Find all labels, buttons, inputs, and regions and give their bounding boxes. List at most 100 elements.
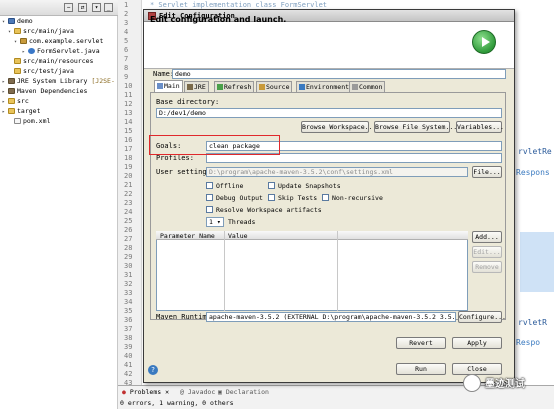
add-button[interactable]: Add...	[472, 231, 502, 243]
maven-runtime-select[interactable]: apache-maven-3.5.2 (EXTERNAL D:\program\…	[206, 312, 456, 322]
run-button[interactable]: Run	[396, 363, 446, 375]
debug-output-checkbox[interactable]	[206, 194, 213, 201]
line-number: 34	[124, 298, 133, 306]
tree-item-target[interactable]: ▸ target	[2, 107, 40, 116]
edit-configuration-dialog: Edit Configuration Edit configuration an…	[143, 9, 515, 383]
line-number: 17	[124, 145, 133, 153]
tab-jre[interactable]: JRE	[184, 81, 209, 92]
user-settings-field[interactable]: D:\program\apache-maven-3.5.2\conf\setti…	[206, 167, 468, 177]
line-number: 9	[124, 73, 129, 81]
minimize-icon[interactable]: _	[104, 3, 113, 12]
debug-output-label: Debug Output	[216, 194, 263, 202]
tab-declaration[interactable]: ▣ Declaration	[218, 388, 269, 396]
line-number: 35	[124, 307, 133, 315]
chevron-down-icon: ▾	[216, 218, 221, 226]
line-number: 11	[124, 91, 133, 99]
line-number: 21	[124, 181, 133, 189]
line-number: 7	[124, 55, 129, 63]
explorer-toolbar: − ⇄ ▾ _	[0, 0, 118, 16]
tree-item-maven-deps[interactable]: ▸ Maven Dependencies	[2, 87, 87, 96]
tab-problems[interactable]: ● Problems ✕	[122, 388, 169, 396]
tab-refresh[interactable]: Refresh	[214, 81, 255, 92]
file-button[interactable]: File...	[472, 166, 502, 178]
tree-item-label: com.example.servlet	[29, 37, 104, 45]
line-number: 12	[124, 100, 133, 108]
tree-item-label: src	[17, 97, 29, 105]
source-folder-icon	[14, 68, 21, 74]
editor-text-fragment: Respons	[516, 168, 550, 177]
line-number: 13	[124, 109, 133, 117]
close-button[interactable]: Close	[452, 363, 502, 375]
tree-item-project[interactable]: ▾ demo	[2, 17, 33, 26]
column-header-parameter[interactable]: Parameter Name	[160, 232, 215, 240]
revert-button[interactable]: Revert	[396, 337, 446, 349]
skip-tests-checkbox[interactable]	[268, 194, 275, 201]
line-number: 1	[124, 1, 129, 9]
name-field[interactable]: demo	[172, 69, 506, 79]
tree-item-package[interactable]: ▾ com.example.servlet	[14, 37, 103, 46]
threads-label: Threads	[228, 218, 256, 226]
tree-item-src-test-java[interactable]: src/test/java	[8, 67, 74, 76]
tree-item-suffix: [J2SE-	[91, 77, 115, 85]
base-directory-label: Base directory:	[156, 98, 220, 106]
tree-item-pom[interactable]: pom.xml	[8, 117, 50, 126]
offline-checkbox[interactable]	[206, 182, 213, 189]
resolve-workspace-label: Resolve Workspace artifacts	[216, 206, 322, 214]
line-number: 18	[124, 154, 133, 162]
folder-icon	[8, 108, 15, 114]
line-number: 29	[124, 253, 133, 261]
configure-button[interactable]: Configure...	[458, 311, 506, 323]
tree-item-src-main-resources[interactable]: src/main/resources	[8, 57, 93, 66]
line-number: 30	[124, 262, 133, 270]
dialog-header-text: Edit configuration and launch.	[150, 15, 287, 24]
collapse-all-icon[interactable]: −	[64, 3, 73, 12]
apply-button[interactable]: Apply	[452, 337, 502, 349]
browse-file-system-button[interactable]: Browse File System...	[374, 121, 457, 133]
remove-button[interactable]: Remove	[472, 261, 502, 273]
line-number: 25	[124, 217, 133, 225]
tree-item-label: target	[17, 107, 41, 115]
package-icon	[20, 38, 27, 44]
play-icon	[482, 37, 490, 47]
line-number: 2	[124, 10, 129, 18]
update-snapshots-checkbox[interactable]	[268, 182, 275, 189]
tree-item-label: FormServlet.java	[37, 47, 100, 55]
variables-button[interactable]: Variables...	[456, 121, 504, 133]
resolve-workspace-checkbox[interactable]	[206, 206, 213, 213]
non-recursive-label: Non-recursive	[332, 194, 383, 202]
edit-button[interactable]: Edit...	[472, 246, 502, 258]
line-number: 37	[124, 325, 133, 333]
tree-item-formservlet[interactable]: ▸ FormServlet.java	[22, 47, 100, 56]
source-folder-icon	[14, 58, 21, 64]
tree-item-jre-library[interactable]: ▸ JRE System Library [J2SE-	[2, 77, 115, 86]
tab-environment[interactable]: Environment	[296, 81, 353, 92]
xml-file-icon	[14, 118, 21, 124]
editor-selection	[520, 232, 554, 292]
tab-source[interactable]: Source	[256, 81, 293, 92]
source-icon	[259, 84, 265, 90]
tab-common[interactable]: Common	[349, 81, 386, 92]
line-number: 5	[124, 37, 129, 45]
tree-item-src[interactable]: ▸ src	[2, 97, 29, 106]
parameter-table[interactable]	[156, 231, 468, 311]
line-number: 6	[124, 46, 129, 54]
tree-item-label: JRE System Library	[17, 77, 88, 85]
tab-main[interactable]: Main	[154, 80, 183, 92]
name-label: Name:	[153, 70, 175, 78]
tab-javadoc[interactable]: @ Javadoc	[180, 388, 215, 396]
close-icon[interactable]: ✕	[165, 388, 169, 396]
help-icon[interactable]: ?	[148, 365, 158, 375]
browse-workspace-button[interactable]: Browse Workspace...	[301, 121, 376, 133]
view-menu-icon[interactable]: ▾	[92, 3, 101, 12]
wechat-logo-icon	[463, 374, 481, 392]
dialog-header	[144, 22, 514, 69]
threads-select[interactable]: 1 ▾	[206, 217, 224, 227]
base-directory-field[interactable]: D:/dev1/demo	[156, 108, 502, 118]
tree-item-src-main-java[interactable]: ▾ src/main/java	[8, 27, 74, 36]
non-recursive-checkbox[interactable]	[322, 194, 329, 201]
source-folder-icon	[14, 28, 21, 34]
column-header-value[interactable]: Value	[228, 232, 248, 240]
link-editor-icon[interactable]: ⇄	[78, 3, 87, 12]
line-number: 38	[124, 334, 133, 342]
line-number: 28	[124, 244, 133, 252]
